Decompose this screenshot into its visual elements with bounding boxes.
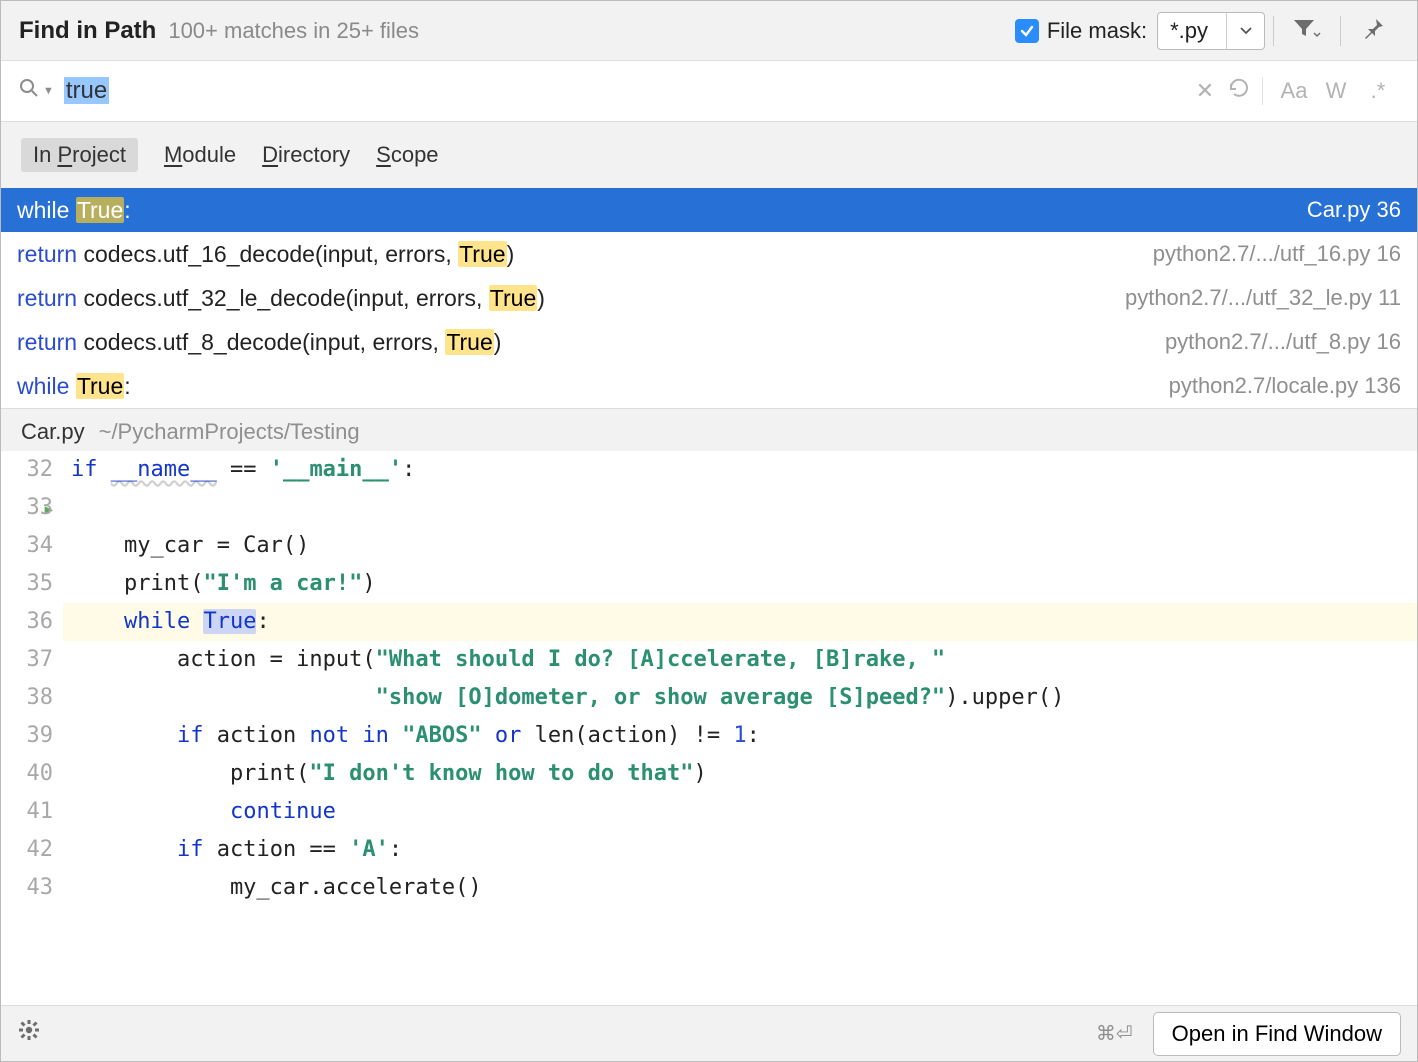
dialog-header: Find in Path 100+ matches in 25+ files F…	[1, 1, 1417, 61]
footer: ⌘⏎ Open in Find Window	[1, 1005, 1417, 1061]
search-history-caret-icon[interactable]: ▼	[43, 85, 54, 97]
file-mask-value: *.py	[1158, 18, 1226, 44]
result-row[interactable]: return codecs.utf_16_decode(input, error…	[1, 232, 1417, 276]
search-row: ▼ true ✕ Aa W .*	[1, 61, 1417, 121]
scope-tab-m[interactable]: Module	[164, 142, 236, 168]
gutter: 32 ▶3334353637383940414243	[1, 451, 63, 1005]
preview-header: Car.py ~/PycharmProjects/Testing	[1, 408, 1417, 451]
scope-tabs: In Project Module Directory Scope	[1, 121, 1417, 188]
search-icon	[19, 78, 39, 104]
results-list: while True:Car.py 36return codecs.utf_16…	[1, 188, 1417, 408]
history-icon[interactable]	[1222, 77, 1256, 105]
shortcut-label: ⌘⏎	[1096, 1021, 1133, 1046]
scope-tab-s[interactable]: Scope	[376, 142, 438, 168]
chevron-down-icon[interactable]	[1226, 13, 1264, 49]
filter-icon[interactable]	[1282, 18, 1332, 44]
search-input[interactable]: true	[64, 77, 1188, 105]
scope-tab-d[interactable]: Directory	[262, 142, 350, 168]
regex-toggle[interactable]: .*	[1357, 78, 1399, 104]
preview-filename: Car.py	[21, 419, 85, 445]
match-case-toggle[interactable]: Aa	[1273, 78, 1315, 104]
result-row[interactable]: while True:python2.7/locale.py 136	[1, 364, 1417, 408]
result-row[interactable]: return codecs.utf_8_decode(input, errors…	[1, 320, 1417, 364]
code-preview[interactable]: 32 ▶3334353637383940414243 if __name__ =…	[1, 451, 1417, 1005]
scope-tab-p[interactable]: In Project	[21, 138, 138, 172]
preview-filepath: ~/PycharmProjects/Testing	[99, 419, 360, 445]
code-area[interactable]: if __name__ == '__main__': my_car = Car(…	[63, 451, 1417, 1005]
clear-icon[interactable]: ✕	[1188, 78, 1222, 104]
match-summary: 100+ matches in 25+ files	[168, 18, 419, 44]
words-toggle[interactable]: W	[1315, 78, 1357, 104]
file-mask-checkbox[interactable]	[1015, 19, 1039, 43]
file-mask-select[interactable]: *.py	[1157, 12, 1265, 50]
gear-icon[interactable]	[17, 1018, 41, 1049]
file-mask-label: File mask:	[1047, 18, 1147, 44]
open-in-find-window-button[interactable]: Open in Find Window	[1153, 1012, 1401, 1056]
result-row[interactable]: return codecs.utf_32_le_decode(input, er…	[1, 276, 1417, 320]
pin-icon[interactable]	[1349, 17, 1399, 45]
result-row[interactable]: while True:Car.py 36	[1, 188, 1417, 232]
dialog-title: Find in Path	[19, 17, 156, 45]
